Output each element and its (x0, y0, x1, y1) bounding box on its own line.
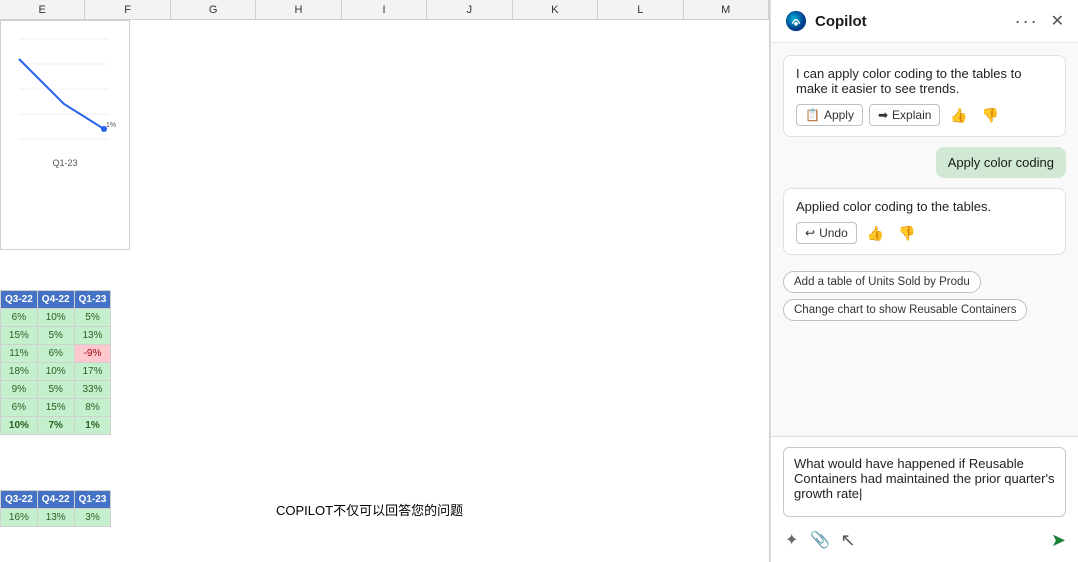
table-row: 5% (74, 309, 111, 327)
table-row: 9% (1, 381, 38, 399)
table-row: 18% (1, 363, 38, 381)
suggestion-chips: Add a table of Units Sold by Produ Chang… (783, 271, 1066, 321)
input-toolbar: ✦ 📎 ↖ ➤ (783, 528, 1066, 552)
table-row: 17% (74, 363, 111, 381)
th-q1-23: Q1-23 (74, 291, 111, 309)
col-j: J (427, 0, 512, 19)
table-row: 6% (1, 309, 38, 327)
table-row: 15% (1, 327, 38, 345)
th2-q3-22: Q3-22 (1, 491, 38, 509)
col-k: K (513, 0, 598, 19)
thumbs-down-button-1[interactable]: 👎 (978, 105, 1003, 126)
apply-label: Apply (824, 108, 854, 122)
table-row: 10% (1, 417, 38, 435)
close-button[interactable]: ✕ (1051, 11, 1064, 31)
table-row: 15% (37, 399, 74, 417)
sparkle-button[interactable]: ✦ (783, 528, 800, 552)
table-row: 8% (74, 399, 111, 417)
copilot-header: Copilot ··· ✕ (771, 0, 1078, 43)
chip-units-sold[interactable]: Add a table of Units Sold by Produ (783, 271, 981, 293)
undo-button[interactable]: ↩ Undo (796, 222, 857, 244)
table-row: 6% (37, 345, 74, 363)
copilot-panel: Copilot ··· ✕ I can apply color coding t… (770, 0, 1078, 562)
apply-icon: 📋 (805, 108, 820, 122)
col-m: M (684, 0, 769, 19)
message-actions-1: 📋 Apply ➡ Explain 👍 👎 (796, 104, 1053, 126)
data-table-1: Q3-22 Q4-22 Q1-23 6% 10% 5% 15% 5% 13% 1… (0, 290, 111, 435)
cursor-icon: ↖ (840, 530, 855, 551)
table-row: 13% (37, 509, 74, 527)
table-row: 10% (37, 309, 74, 327)
watermark-text: COPILOT不仅可以回答您的问题 (270, 498, 469, 521)
col-h: H (256, 0, 341, 19)
table-row: 10% (37, 363, 74, 381)
chat-area: I can apply color coding to the tables t… (771, 43, 1078, 436)
table-row: 11% (1, 345, 38, 363)
user-message-1: Apply color coding (936, 147, 1066, 178)
undo-label: Undo (819, 226, 848, 240)
th2-q1-23: Q1-23 (74, 491, 111, 509)
table-row: 5% (37, 327, 74, 345)
chart-label: Q1-23 (9, 158, 121, 168)
message-actions-2: ↩ Undo 👍 👎 (796, 222, 1053, 244)
thumbs-down-button-2[interactable]: 👎 (894, 223, 919, 244)
col-g: G (171, 0, 256, 19)
thumbs-up-button-2[interactable]: 👍 (863, 223, 888, 244)
table-row: 3% (74, 509, 111, 527)
th2-q4-22: Q4-22 (37, 491, 74, 509)
send-button[interactable]: ➤ (1051, 530, 1066, 551)
th-q3-22: Q3-22 (1, 291, 38, 309)
table-row: 33% (74, 381, 111, 399)
user-text-1: Apply color coding (948, 155, 1054, 170)
table-row: -9% (74, 345, 111, 363)
assistant-text-1: I can apply color coding to the tables t… (796, 66, 1021, 96)
assistant-message-1: I can apply color coding to the tables t… (783, 55, 1066, 137)
table-row: 6% (1, 399, 38, 417)
th-q4-22: Q4-22 (37, 291, 74, 309)
copilot-logo-icon (785, 10, 807, 32)
thumbs-up-button-1[interactable]: 👍 (946, 105, 971, 126)
col-l: L (598, 0, 683, 19)
table-row: 13% (74, 327, 111, 345)
col-f: F (85, 0, 170, 19)
table-row: 7% (37, 417, 74, 435)
chart-svg: 1% (9, 29, 119, 149)
chip-reusable-containers[interactable]: Change chart to show Reusable Containers (783, 299, 1027, 321)
assistant-text-2: Applied color coding to the tables. (796, 199, 991, 214)
explain-label: Explain (892, 108, 931, 122)
explain-icon: ➡ (878, 108, 888, 122)
attachment-button[interactable]: 📎 (808, 528, 832, 552)
column-headers: E F G H I J K L M (0, 0, 769, 20)
apply-button[interactable]: 📋 Apply (796, 104, 863, 126)
assistant-message-2: Applied color coding to the tables. ↩ Un… (783, 188, 1066, 255)
undo-icon: ↩ (805, 226, 815, 240)
data-table-2: Q3-22 Q4-22 Q1-23 16% 13% 3% (0, 490, 111, 527)
table-row: 1% (74, 417, 111, 435)
svg-text:1%: 1% (106, 122, 116, 129)
chat-input[interactable]: What would have happened if Reusable Con… (783, 447, 1066, 517)
col-e: E (0, 0, 85, 19)
table-row: 16% (1, 509, 38, 527)
explain-button[interactable]: ➡ Explain (869, 104, 940, 126)
copilot-title: Copilot (815, 13, 1007, 30)
input-area: What would have happened if Reusable Con… (771, 436, 1078, 562)
table-row: 5% (37, 381, 74, 399)
more-options-button[interactable]: ··· (1015, 11, 1039, 32)
excel-area: E F G H I J K L M 1% Q1-23 Q3-22 Q (0, 0, 770, 562)
line-chart: 1% Q1-23 (0, 20, 130, 250)
col-i: I (342, 0, 427, 19)
